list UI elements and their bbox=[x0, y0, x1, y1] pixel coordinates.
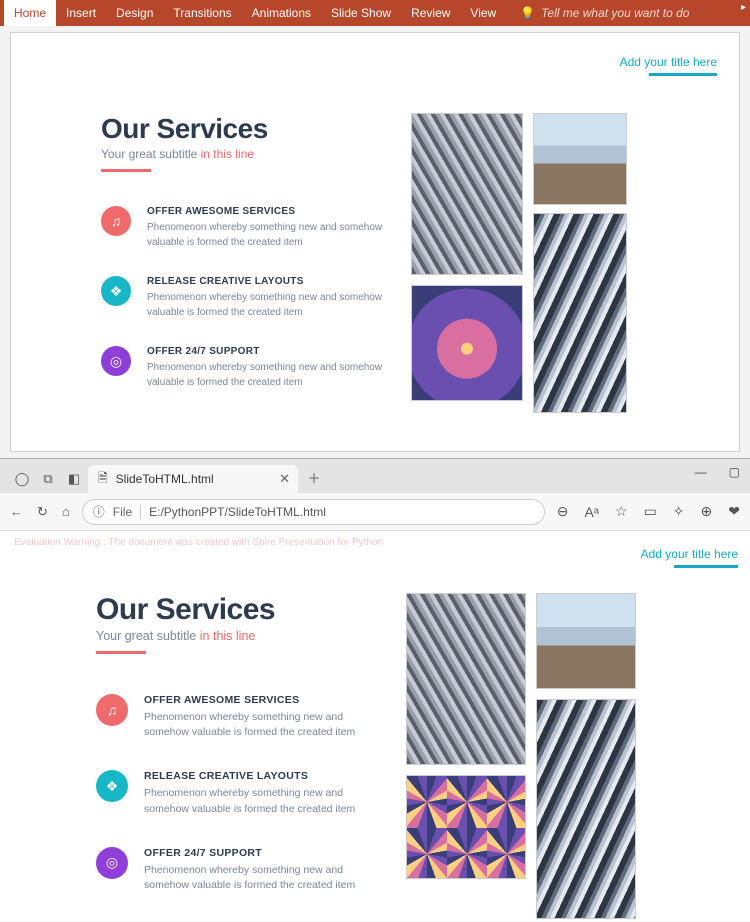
slide-canvas[interactable]: Add your title here Our Services Your gr… bbox=[10, 32, 740, 452]
slide-left-column: Our Services Your great subtitle in this… bbox=[101, 113, 401, 431]
back-button[interactable]: ← bbox=[10, 504, 23, 519]
ribbon-tab-design[interactable]: Design bbox=[106, 0, 163, 26]
title-underline bbox=[649, 73, 717, 76]
service-title: OFFER AWESOME SERVICES bbox=[147, 206, 387, 217]
powerpoint-ribbon: Home Insert Design Transitions Animation… bbox=[0, 0, 750, 26]
slide-image-skyline[interactable] bbox=[533, 113, 627, 205]
close-tab-icon[interactable]: ✕ bbox=[279, 471, 290, 487]
lightbulb-icon: 💡 bbox=[520, 6, 535, 20]
tell-me-search[interactable]: Tell me what you want to do bbox=[541, 6, 689, 20]
address-bar[interactable]: ⓘ File E:/PythonPPT/SlideToHTML.html bbox=[82, 499, 545, 525]
page-title-placeholder: Add your title here bbox=[641, 547, 738, 561]
service-desc: Phenomenon whereby something new and som… bbox=[147, 291, 387, 320]
subtitle-accent: in this line bbox=[200, 629, 256, 643]
service-item: ♫ OFFER AWESOME SERVICES Phenomenon wher… bbox=[101, 206, 401, 250]
ribbon-tab-insert[interactable]: Insert bbox=[56, 0, 106, 26]
ribbon-tab-transitions[interactable]: Transitions bbox=[163, 0, 241, 26]
url-path: E:/PythonPPT/SlideToHTML.html bbox=[149, 505, 326, 519]
ribbon-tab-home[interactable]: Home bbox=[4, 0, 56, 26]
slide-content: Our Services Your great subtitle in this… bbox=[101, 113, 709, 431]
page-services-list: ♫ OFFER AWESOME SERVICES Phenomenon wher… bbox=[96, 694, 396, 893]
page-image-grid bbox=[406, 593, 730, 921]
lifebuoy-icon: ◎ bbox=[96, 847, 128, 879]
services-list: ♫ OFFER AWESOME SERVICES Phenomenon wher… bbox=[101, 206, 401, 390]
file-icon: 🗎 bbox=[98, 469, 108, 490]
slide-image-building1[interactable] bbox=[411, 113, 523, 275]
slide-title-placeholder[interactable]: Add your title here bbox=[620, 55, 717, 69]
service-desc: Phenomenon whereby something new and som… bbox=[144, 710, 374, 740]
service-title: RELEASE CREATIVE LAYOUTS bbox=[147, 276, 387, 287]
ribbon-tab-animations[interactable]: Animations bbox=[242, 0, 321, 26]
page-image-tower bbox=[536, 699, 636, 919]
minimize-button[interactable]: — bbox=[695, 465, 707, 479]
browser-page: Evaluation Warning : The document was cr… bbox=[0, 531, 750, 921]
ribbon-tab-view[interactable]: View bbox=[460, 0, 506, 26]
page-heading: Our Services bbox=[96, 593, 396, 627]
workspaces-icon[interactable]: ⧉ bbox=[40, 471, 56, 487]
collections-icon[interactable]: ▭ bbox=[644, 503, 657, 520]
browser-toolbar: ← ↻ ⌂ ⓘ File E:/PythonPPT/SlideToHTML.ht… bbox=[0, 493, 750, 531]
service-desc: Phenomenon whereby something new and som… bbox=[147, 361, 387, 390]
ribbon-corner-icon[interactable]: ▸ bbox=[741, 2, 746, 13]
favorite-icon[interactable]: ☆ bbox=[615, 503, 628, 520]
slide-heading[interactable]: Our Services bbox=[101, 113, 401, 145]
browser-window: ◯ ⧉ ◧ 🗎 SlideToHTML.html ✕ ＋ — ▢ ← ↻ ⌂ ⓘ… bbox=[0, 458, 750, 920]
page-image-building1 bbox=[406, 593, 526, 765]
page-image-skyline bbox=[536, 593, 636, 689]
maximize-button[interactable]: ▢ bbox=[729, 465, 740, 479]
evaluation-warning: Evaluation Warning : The document was cr… bbox=[14, 537, 383, 548]
slide-image-tower[interactable] bbox=[533, 213, 627, 413]
page-title-underline bbox=[674, 565, 738, 568]
performance-icon[interactable]: ❤ bbox=[728, 503, 740, 520]
ribbon-tab-slideshow[interactable]: Slide Show bbox=[321, 0, 401, 26]
page-heading-underline bbox=[96, 651, 146, 654]
browser-tabbar: ◯ ⧉ ◧ 🗎 SlideToHTML.html ✕ ＋ — ▢ bbox=[0, 459, 750, 493]
slide-image-highway[interactable] bbox=[411, 285, 523, 401]
subtitle-accent: in this line bbox=[201, 147, 254, 161]
favorites-bar-icon[interactable]: ✧ bbox=[673, 503, 685, 520]
extensions-icon[interactable]: ⊕ bbox=[701, 503, 713, 520]
page-content: Our Services Your great subtitle in this… bbox=[96, 593, 730, 921]
url-scheme: File bbox=[113, 505, 141, 519]
headphones-icon: ♫ bbox=[101, 206, 131, 236]
heading-underline bbox=[101, 169, 151, 172]
page-left-column: Our Services Your great subtitle in this… bbox=[96, 593, 396, 921]
subtitle-pre: Your great subtitle bbox=[101, 147, 201, 161]
service-item: ❖ RELEASE CREATIVE LAYOUTS Phenomenon wh… bbox=[96, 770, 396, 816]
read-aloud-icon[interactable]: Aᵃ bbox=[584, 504, 599, 520]
subtitle-pre: Your great subtitle bbox=[96, 629, 200, 643]
service-item: ◎ OFFER 24/7 SUPPORT Phenomenon whereby … bbox=[101, 346, 401, 390]
service-desc: Phenomenon whereby something new and som… bbox=[147, 221, 387, 250]
service-title: OFFER 24/7 SUPPORT bbox=[147, 346, 387, 357]
service-desc: Phenomenon whereby something new and som… bbox=[144, 786, 374, 816]
zoom-out-icon[interactable]: ⊖ bbox=[557, 503, 569, 520]
new-tab-button[interactable]: ＋ bbox=[304, 468, 324, 487]
home-button[interactable]: ⌂ bbox=[62, 504, 70, 519]
headphones-icon: ♫ bbox=[96, 694, 128, 726]
refresh-button[interactable]: ↻ bbox=[37, 504, 48, 520]
service-title: OFFER 24/7 SUPPORT bbox=[144, 847, 374, 859]
slide-image-grid bbox=[411, 113, 709, 431]
service-title: RELEASE CREATIVE LAYOUTS bbox=[144, 770, 374, 782]
browser-tab[interactable]: 🗎 SlideToHTML.html ✕ bbox=[88, 465, 298, 493]
tab-title: SlideToHTML.html bbox=[116, 472, 214, 486]
service-item: ◎ OFFER 24/7 SUPPORT Phenomenon whereby … bbox=[96, 847, 396, 893]
layers-icon: ❖ bbox=[101, 276, 131, 306]
ribbon-tab-review[interactable]: Review bbox=[401, 0, 460, 26]
slide-subtitle[interactable]: Your great subtitle in this line bbox=[101, 147, 401, 161]
page-subtitle: Your great subtitle in this line bbox=[96, 629, 396, 643]
tab-actions-icon[interactable]: ◧ bbox=[66, 471, 82, 487]
service-title: OFFER AWESOME SERVICES bbox=[144, 694, 374, 706]
service-desc: Phenomenon whereby something new and som… bbox=[144, 863, 374, 893]
lifebuoy-icon: ◎ bbox=[101, 346, 131, 376]
layers-icon: ❖ bbox=[96, 770, 128, 802]
profile-icon[interactable]: ◯ bbox=[14, 471, 30, 487]
service-item: ♫ OFFER AWESOME SERVICES Phenomenon wher… bbox=[96, 694, 396, 740]
page-image-highway bbox=[406, 775, 526, 879]
service-item: ❖ RELEASE CREATIVE LAYOUTS Phenomenon wh… bbox=[101, 276, 401, 320]
info-icon[interactable]: ⓘ bbox=[93, 503, 105, 520]
